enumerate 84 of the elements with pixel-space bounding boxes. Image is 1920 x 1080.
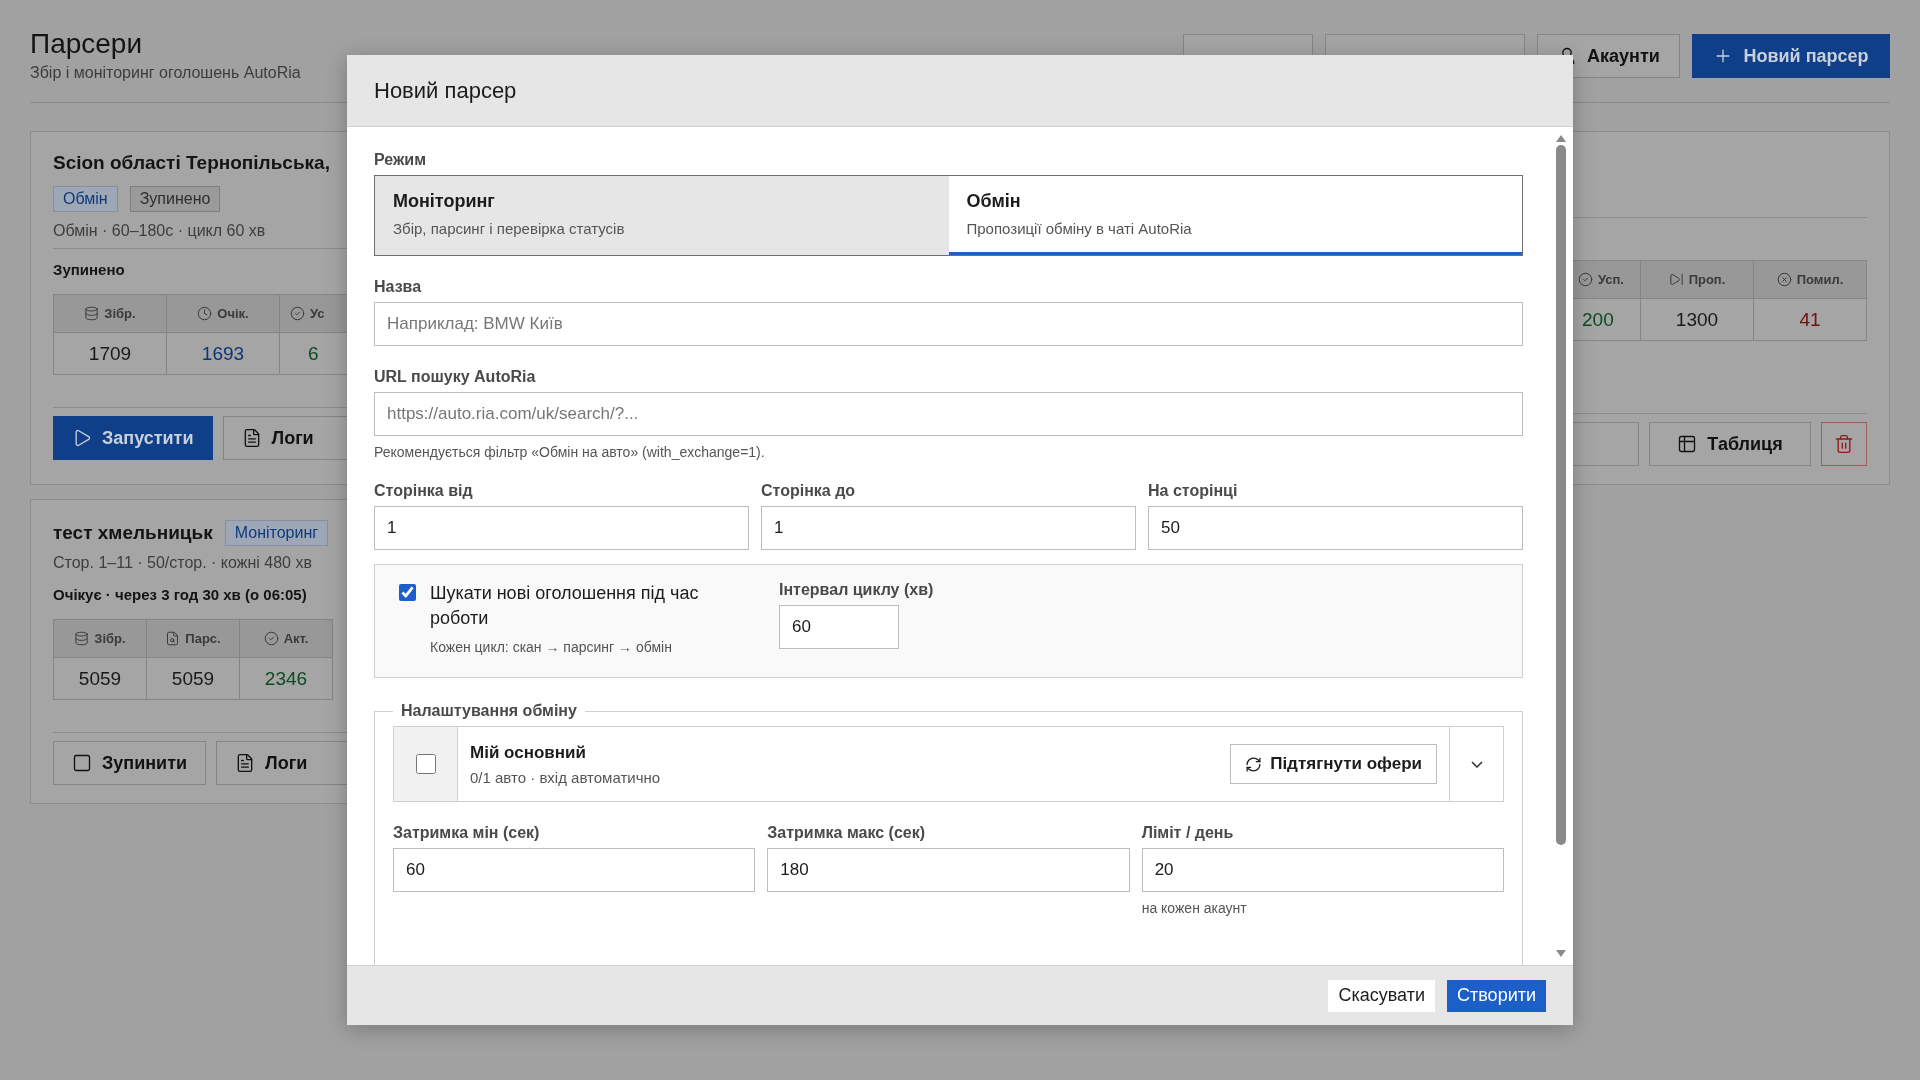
- header-button[interactable]: Новий парсер: [1692, 34, 1890, 78]
- database-icon: [84, 306, 100, 321]
- badge: Обмін: [53, 186, 118, 212]
- card-status: Зупинено: [53, 261, 126, 278]
- stat-value: 2346: [240, 658, 333, 700]
- stat-header: Помил.: [1754, 261, 1867, 299]
- badge: Зупинено: [129, 186, 221, 212]
- number-field[interactable]: 1: [374, 506, 749, 550]
- database-icon: [74, 631, 90, 646]
- logs-button[interactable]: Логи: [216, 741, 348, 785]
- stat-value: 5059: [54, 658, 147, 700]
- stat-header: Очік.: [167, 295, 280, 333]
- field-hint: Рекомендується фільтр «Обмін на авто» (with_exchange=1).: [374, 444, 766, 460]
- account-name: Мій основний: [470, 742, 587, 763]
- number-field[interactable]: 50: [1148, 506, 1523, 550]
- x-circle-icon: [1776, 272, 1792, 287]
- clock-icon: [197, 306, 213, 321]
- start-button[interactable]: Запустити: [53, 416, 213, 460]
- check-circle-icon: [263, 631, 279, 646]
- table-button[interactable]: Таблиця: [1649, 422, 1811, 466]
- check-circle-icon: [290, 306, 305, 321]
- refresh-icon: [1245, 755, 1263, 773]
- dialog-title: Новий парсер: [374, 77, 517, 104]
- cancel-button[interactable]: Скасувати: [1328, 979, 1435, 1012]
- field-label: Інтервал циклу (хв): [779, 581, 934, 599]
- scrollbar[interactable]: [1554, 135, 1568, 957]
- number-field[interactable]: 1: [761, 506, 1136, 550]
- mode-description: Збір, парсинг і перевірка статусів: [393, 220, 626, 237]
- name-field[interactable]: Наприклад: BMW Київ: [374, 302, 1523, 346]
- account-details: 0/1 авто · вхід автоматично: [470, 768, 662, 786]
- field-label: На сторінці: [1148, 482, 1239, 500]
- card-title: тест хмельницьк: [53, 522, 213, 544]
- mode-description: Пропозиції обміну в чаті AutoRia: [966, 220, 1193, 237]
- stat-header: Проп.: [1641, 261, 1754, 299]
- stat-value: 5059: [147, 658, 240, 700]
- delete-button[interactable]: [1821, 422, 1867, 466]
- page-title: Парсери: [30, 28, 144, 60]
- field-label: Режим: [374, 151, 427, 169]
- stat-value: 1709: [54, 333, 167, 375]
- section-legend: Налаштування обміну: [393, 702, 585, 721]
- create-button[interactable]: Створити: [1447, 979, 1546, 1012]
- stat-header: Зібр.: [54, 620, 147, 658]
- stat-header: Парс.: [147, 620, 240, 658]
- field-label: Затримка макс (сек): [767, 824, 926, 843]
- chevron-down-icon: [1470, 760, 1483, 768]
- stat-header: Ус: [280, 295, 348, 333]
- fetch-offers-button[interactable]: Підтягнути офери: [1230, 744, 1437, 785]
- field-label: URL пошуку AutoRia: [374, 368, 537, 386]
- field-label: Сторінка від: [374, 482, 474, 500]
- check-circle-icon: [1578, 272, 1593, 287]
- mode-title: Обмін: [966, 191, 1022, 212]
- interval-field[interactable]: 60: [779, 605, 899, 649]
- number-field[interactable]: 60: [393, 848, 756, 893]
- field-label: Ліміт / день: [1141, 824, 1235, 843]
- field-hint: на кожен акаунт: [1141, 900, 1248, 917]
- field-label: Затримка мін (сек): [393, 824, 541, 843]
- checkbox[interactable]: [399, 584, 416, 601]
- trash-icon: [1834, 434, 1854, 454]
- stat-header: Зібр.: [54, 295, 167, 333]
- number-field[interactable]: 20: [1141, 848, 1504, 893]
- skip-icon: [1668, 272, 1684, 287]
- card-title: Scion області Тернопільська,: [53, 152, 331, 174]
- logs-button[interactable]: Логи: [222, 416, 348, 460]
- field-label: Сторінка до: [761, 482, 857, 500]
- table-icon: [1677, 434, 1698, 454]
- badge: Моніторинг: [224, 520, 329, 546]
- stop-button[interactable]: Зупинити: [53, 741, 207, 785]
- stat-header: Акт.: [240, 620, 333, 658]
- mode-option[interactable]: Моніторинг Збір, парсинг і перевірка статусів: [375, 176, 949, 255]
- file-search-icon: [165, 631, 181, 646]
- checkbox[interactable]: [415, 754, 436, 775]
- checkbox-hint: Кожен цикл: скан → парсинг → обмін: [430, 639, 673, 656]
- page-subtitle: Збір і моніторинг оголошень AutoRia: [30, 64, 301, 82]
- mode-title: Моніторинг: [393, 191, 496, 212]
- field-label: Назва: [374, 278, 423, 296]
- stat-value: 1693: [167, 333, 280, 375]
- card-meta: Стор. 1–11 · 50/стор. · кожні 480 хв: [53, 554, 313, 572]
- number-field[interactable]: 180: [767, 848, 1130, 893]
- square-icon: [72, 753, 92, 773]
- stat-value: 1300: [1641, 299, 1754, 341]
- card-status: Очікує · через 3 год 30 хв (о 06:05): [53, 586, 308, 603]
- stat-value: 41: [1754, 299, 1867, 341]
- checkbox-label: Шукати нові оголошення під час роботи: [430, 582, 700, 631]
- url-field[interactable]: https://auto.ria.com/uk/search/?...: [374, 392, 1523, 436]
